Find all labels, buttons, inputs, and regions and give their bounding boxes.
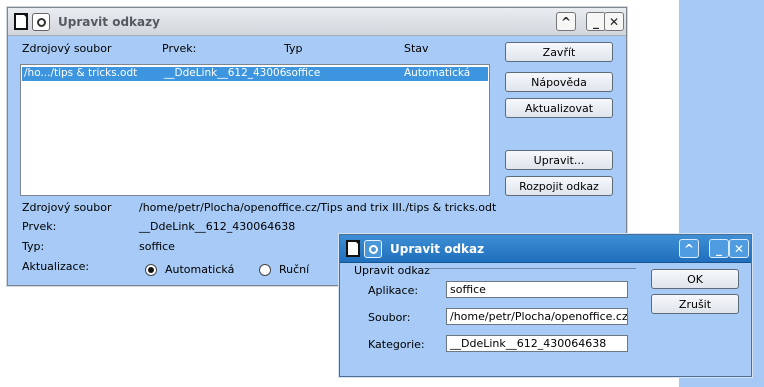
- row-element: __DdeLink__612_43006: [164, 67, 287, 79]
- document-icon: [346, 240, 360, 257]
- manual-radio-label[interactable]: Ruční: [279, 263, 309, 276]
- links-list[interactable]: /ho.../tips & tricks.odt __DdeLink__612_…: [20, 64, 490, 196]
- application-label: Aplikace:: [368, 284, 419, 297]
- type-label: Typ:: [22, 240, 45, 253]
- automatic-radio-label[interactable]: Automatická: [165, 263, 234, 276]
- update-mode-label: Aktualizace:: [22, 260, 90, 273]
- edit-link-dialog: Upravit odkaz ^ _ ✕ Upravit odkaz Aplika…: [339, 234, 752, 377]
- window-title: Upravit odkazy: [58, 15, 160, 29]
- category-label: Kategorie:: [368, 338, 425, 351]
- manual-radio[interactable]: [259, 264, 271, 276]
- element-value: __DdeLink__612_430064638: [139, 220, 296, 233]
- document-icon: [14, 13, 28, 30]
- titlebar[interactable]: Upravit odkaz ^ _ ✕: [340, 235, 751, 263]
- table-row[interactable]: /ho.../tips & tricks.odt __DdeLink__612_…: [22, 67, 488, 81]
- column-header-status[interactable]: Stav: [404, 42, 429, 55]
- cancel-button[interactable]: Zrušit: [651, 294, 739, 314]
- help-button[interactable]: Nápověda: [505, 72, 613, 92]
- minimize-icon[interactable]: _: [709, 239, 729, 258]
- column-header-element[interactable]: Prvek:: [162, 42, 196, 55]
- close-icon[interactable]: ✕: [729, 239, 749, 258]
- ok-button[interactable]: OK: [651, 269, 739, 289]
- minimize-icon[interactable]: _: [586, 12, 606, 31]
- update-button[interactable]: Aktualizovat: [505, 98, 613, 118]
- window-menu-icon[interactable]: [32, 13, 50, 31]
- file-field[interactable]: /home/petr/Plocha/openoffice.cz/Tip: [446, 308, 628, 325]
- close-icon[interactable]: ✕: [604, 12, 624, 31]
- titlebar[interactable]: Upravit odkazy ^ _ ✕: [8, 8, 626, 36]
- break-link-button[interactable]: Rozpojit odkaz: [505, 176, 613, 196]
- column-header-type[interactable]: Typ: [284, 42, 303, 55]
- shade-icon[interactable]: ^: [556, 12, 576, 31]
- category-field[interactable]: __DdeLink__612_430064638: [446, 335, 628, 352]
- source-file-value: /home/petr/Plocha/openoffice.cz/Tips and…: [139, 201, 497, 214]
- row-status: Automatická: [404, 67, 471, 79]
- group-title: Upravit odkaz: [354, 264, 431, 277]
- source-file-label: Zdrojový soubor: [22, 201, 112, 214]
- element-label: Prvek:: [22, 220, 57, 233]
- window-menu-icon[interactable]: [364, 240, 382, 258]
- automatic-radio[interactable]: [145, 264, 157, 276]
- column-header-source[interactable]: Zdrojový soubor: [22, 42, 112, 55]
- row-source: /ho.../tips & tricks.odt: [24, 67, 138, 79]
- group-divider: [428, 268, 636, 269]
- shade-icon[interactable]: ^: [679, 239, 699, 258]
- type-value: soffice: [139, 240, 175, 253]
- file-label: Soubor:: [368, 311, 411, 324]
- window-title: Upravit odkaz: [390, 242, 485, 256]
- row-type: soffice: [286, 67, 321, 79]
- application-field[interactable]: soffice: [446, 281, 628, 298]
- edit-link-button[interactable]: Upravit...: [505, 150, 613, 170]
- close-button[interactable]: Zavřít: [505, 42, 613, 62]
